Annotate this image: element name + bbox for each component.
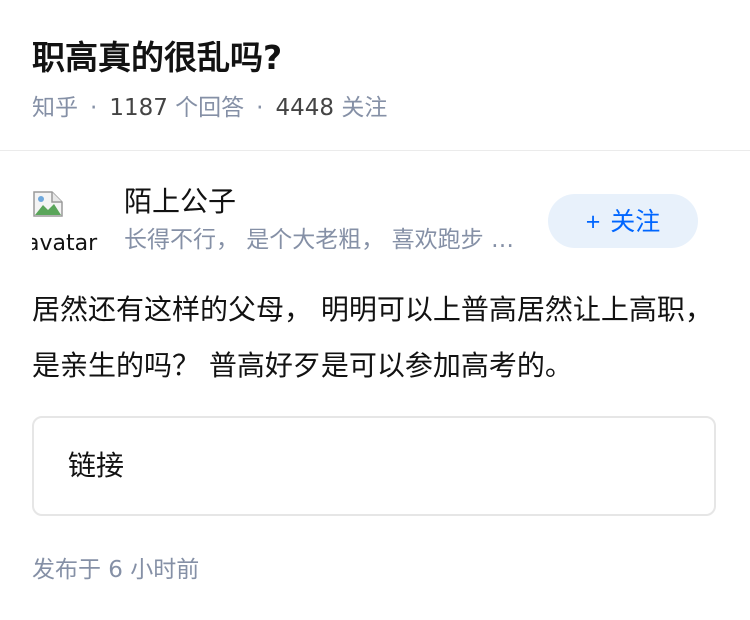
answer-count-label: 个回答 — [175, 95, 245, 121]
header-divider — [0, 150, 750, 151]
follower-count-label: 关注 — [341, 95, 388, 121]
question-header: 职高真的很乱吗? 知乎 · 1187 个回答 · 4448 关注 — [32, 28, 718, 126]
follow-button-label: 关注 — [610, 208, 661, 236]
question-meta: 知乎 · 1187 个回答 · 4448 关注 — [32, 90, 718, 126]
link-card-label: 链接 — [68, 449, 125, 482]
source-label[interactable]: 知乎 — [32, 95, 78, 121]
author-name[interactable]: 陌上公子 — [124, 184, 236, 220]
meta-separator: · — [256, 95, 264, 121]
answer-text: 居然还有这样的父母， 明明可以上普高居然让上高职，是亲生的吗？ 普高好歹是可以参… — [32, 293, 713, 382]
question-title[interactable]: 职高真的很乱吗? — [32, 28, 718, 88]
answer-count: 1187 — [109, 95, 168, 121]
avatar[interactable]: avatar — [32, 188, 98, 254]
avatar-alt-text: avatar — [32, 231, 98, 255]
author-row: avatar 陌上公子 长得不行， 是个大老粗， 喜欢跑步 ，读书，写作，爱生活… — [32, 180, 718, 260]
author-bio: 长得不行， 是个大老粗， 喜欢跑步 ，读书，写作，爱生活 — [124, 227, 524, 253]
follower-count: 4448 — [275, 95, 335, 121]
publish-time: 发布于 6 小时前 — [32, 557, 200, 583]
meta-separator: · — [90, 95, 98, 121]
link-card[interactable]: 链接 — [32, 416, 716, 516]
plus-icon: + — [585, 208, 601, 236]
broken-image-icon — [33, 191, 63, 217]
follow-button[interactable]: + 关注 — [548, 194, 698, 248]
